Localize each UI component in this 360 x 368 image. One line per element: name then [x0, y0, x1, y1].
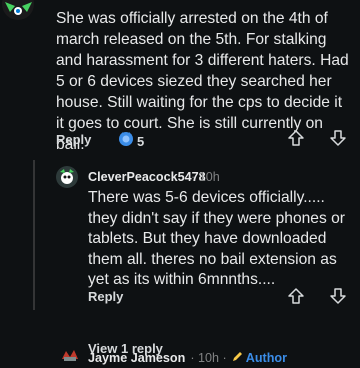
child-reply-button[interactable]: Reply — [88, 289, 123, 304]
thread-line[interactable] — [33, 160, 35, 310]
award-icon — [118, 131, 134, 152]
award-badge[interactable]: 5 — [118, 131, 144, 152]
upvote-button[interactable] — [287, 129, 305, 152]
next-avatar[interactable] — [60, 347, 80, 368]
child-comment-body: There was 5-6 devices officially..... th… — [88, 189, 345, 288]
child-username[interactable]: CleverPeacock5478 — [88, 170, 206, 184]
next-comment-header: Jayme Jameson · 10h · Author — [60, 347, 360, 368]
child-upvote-button[interactable] — [287, 287, 305, 310]
reply-label: Reply — [88, 289, 124, 304]
child-downvote-button[interactable] — [329, 287, 347, 310]
parent-comment-body: She was officially arrested on the 4th o… — [56, 10, 349, 153]
child-avatar[interactable] — [56, 166, 78, 188]
pencil-icon — [232, 349, 243, 367]
child-timestamp: · 10h — [191, 170, 220, 184]
award-count: 5 — [137, 134, 145, 149]
downvote-icon — [329, 129, 347, 152]
reply-label: Reply — [56, 132, 92, 147]
author-flair: Author — [245, 350, 288, 365]
upvote-icon — [287, 129, 305, 152]
parent-avatar[interactable] — [2, 0, 34, 22]
next-timestamp: · 10h · — [190, 350, 227, 365]
downvote-icon — [329, 287, 347, 310]
upvote-icon — [287, 287, 305, 310]
next-username[interactable]: Jayme Jameson — [88, 351, 185, 365]
downvote-button[interactable] — [329, 129, 347, 152]
parent-reply-button[interactable]: Reply — [56, 132, 91, 147]
